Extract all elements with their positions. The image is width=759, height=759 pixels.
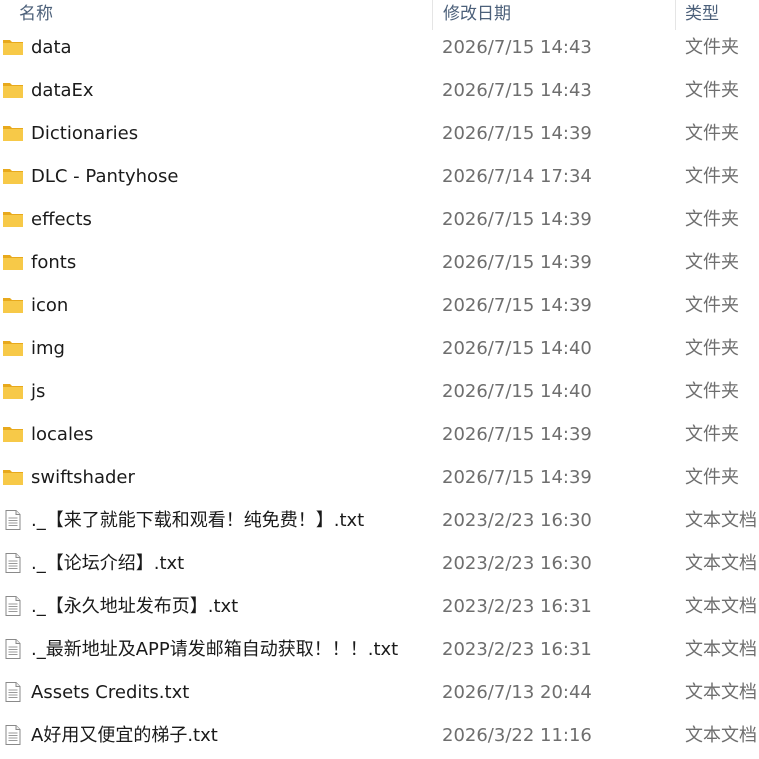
file-row[interactable]: dataEx 2026/7/15 14:43 文件夹 — [0, 69, 759, 112]
file-name: fonts — [31, 252, 77, 273]
file-name: dataEx — [31, 80, 94, 101]
file-row[interactable]: ._【永久地址发布页】.txt 2023/2/23 16:31 文本文档 — [0, 585, 759, 628]
file-row[interactable]: ._最新地址及APP请发邮箱自动获取！！！.txt 2023/2/23 16:31… — [0, 628, 759, 671]
file-date-modified: 2026/7/14 17:34 — [442, 166, 592, 187]
file-type: 文件夹 — [685, 424, 739, 445]
file-type: 文件夹 — [685, 338, 739, 359]
file-date-modified: 2026/7/15 14:39 — [442, 252, 592, 273]
file-date-modified: 2026/7/15 14:39 — [442, 424, 592, 445]
text-file-icon — [2, 509, 24, 531]
file-row[interactable]: icon 2026/7/15 14:39 文件夹 — [0, 284, 759, 327]
folder-icon — [2, 208, 24, 230]
file-row[interactable]: effects 2026/7/15 14:39 文件夹 — [0, 198, 759, 241]
folder-icon — [2, 423, 24, 445]
file-date-modified: 2023/2/23 16:31 — [442, 639, 592, 660]
file-type: 文件夹 — [685, 166, 739, 187]
file-date-modified: 2026/7/15 14:40 — [442, 338, 592, 359]
folder-icon — [2, 122, 24, 144]
file-name: DLC - Pantyhose — [31, 166, 179, 187]
file-rows: data 2026/7/15 14:43 文件夹 dataEx 2026/7/15 14… — [0, 26, 759, 757]
file-type: 文件夹 — [685, 295, 739, 316]
file-name: Assets Credits.txt — [31, 682, 190, 703]
file-name: ._【永久地址发布页】.txt — [31, 596, 239, 617]
file-type: 文件夹 — [685, 209, 739, 230]
file-type: 文本文档 — [685, 596, 757, 617]
file-date-modified: 2026/7/15 14:39 — [442, 295, 592, 316]
file-date-modified: 2026/7/15 14:43 — [442, 37, 592, 58]
file-row[interactable]: fonts 2026/7/15 14:39 文件夹 — [0, 241, 759, 284]
file-date-modified: 2023/2/23 16:30 — [442, 510, 592, 531]
file-type: 文本文档 — [685, 639, 757, 660]
folder-icon — [2, 294, 24, 316]
file-type: 文件夹 — [685, 381, 739, 402]
file-type: 文件夹 — [685, 467, 739, 488]
file-row[interactable]: js 2026/7/15 14:40 文件夹 — [0, 370, 759, 413]
file-date-modified: 2026/3/22 11:16 — [442, 725, 592, 746]
file-type: 文本文档 — [685, 510, 757, 531]
file-row[interactable]: ._【来了就能下载和观看！纯免费！】.txt 2023/2/23 16:30 文本文… — [0, 499, 759, 542]
folder-icon — [2, 337, 24, 359]
file-type: 文件夹 — [685, 252, 739, 273]
file-name: swiftshader — [31, 467, 135, 488]
file-date-modified: 2026/7/15 14:43 — [442, 80, 592, 101]
file-date-modified: 2023/2/23 16:30 — [442, 553, 592, 574]
file-row[interactable]: locales 2026/7/15 14:39 文件夹 — [0, 413, 759, 456]
folder-icon — [2, 36, 24, 58]
file-name: js — [31, 381, 46, 402]
file-date-modified: 2023/2/23 16:31 — [442, 596, 592, 617]
file-type: 文件夹 — [685, 37, 739, 58]
file-type: 文本文档 — [685, 725, 757, 746]
folder-icon — [2, 380, 24, 402]
folder-icon — [2, 251, 24, 273]
text-file-icon — [2, 724, 24, 746]
file-row[interactable]: data 2026/7/15 14:43 文件夹 — [0, 26, 759, 69]
file-date-modified: 2026/7/15 14:39 — [442, 209, 592, 230]
file-type: 文件夹 — [685, 80, 739, 101]
file-date-modified: 2026/7/15 14:39 — [442, 123, 592, 144]
file-type: 文本文档 — [685, 553, 757, 574]
folder-icon — [2, 165, 24, 187]
file-date-modified: 2026/7/13 20:44 — [442, 682, 592, 703]
file-date-modified: 2026/7/15 14:39 — [442, 467, 592, 488]
file-row[interactable]: Dictionaries 2026/7/15 14:39 文件夹 — [0, 112, 759, 155]
file-row[interactable]: ._【论坛介绍】.txt 2023/2/23 16:30 文本文档 — [0, 542, 759, 585]
file-type: 文件夹 — [685, 123, 739, 144]
file-row[interactable]: DLC - Pantyhose 2026/7/14 17:34 文件夹 — [0, 155, 759, 198]
file-row[interactable]: A好用又便宜的梯子.txt 2026/3/22 11:16 文本文档 — [0, 714, 759, 757]
file-name: ._【来了就能下载和观看！纯免费！】.txt — [31, 510, 365, 531]
file-name: icon — [31, 295, 69, 316]
file-name: img — [31, 338, 65, 359]
file-name: ._最新地址及APP请发邮箱自动获取！！！.txt — [31, 639, 399, 660]
text-file-icon — [2, 595, 24, 617]
text-file-icon — [2, 638, 24, 660]
file-name: Dictionaries — [31, 123, 139, 144]
file-explorer-list: 名称 修改日期 类型 data 2026/7/15 14:43 文件夹 dataEx 2… — [0, 0, 759, 759]
file-name: A好用又便宜的梯子.txt — [31, 725, 218, 746]
file-date-modified: 2026/7/15 14:40 — [442, 381, 592, 402]
file-name: effects — [31, 209, 92, 230]
folder-icon — [2, 79, 24, 101]
text-file-icon — [2, 681, 24, 703]
file-row[interactable]: Assets Credits.txt 2026/7/13 20:44 文本文档 — [0, 671, 759, 714]
file-name: ._【论坛介绍】.txt — [31, 553, 185, 574]
file-name: locales — [31, 424, 94, 445]
file-row[interactable]: swiftshader 2026/7/15 14:39 文件夹 — [0, 456, 759, 499]
folder-icon — [2, 466, 24, 488]
file-name: data — [31, 37, 72, 58]
text-file-icon — [2, 552, 24, 574]
file-row[interactable]: img 2026/7/15 14:40 文件夹 — [0, 327, 759, 370]
file-type: 文本文档 — [685, 682, 757, 703]
